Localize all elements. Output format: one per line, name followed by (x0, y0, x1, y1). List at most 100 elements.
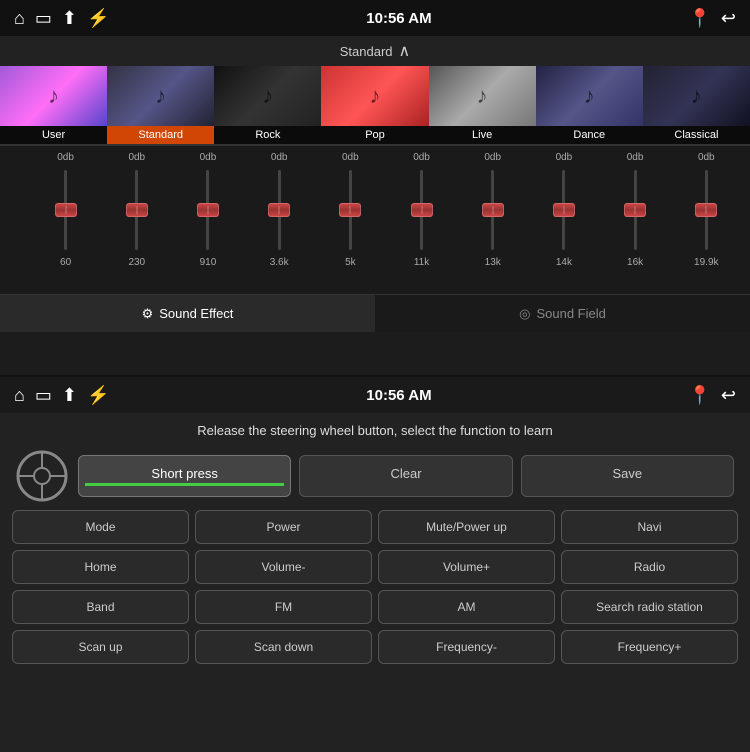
usb-icon[interactable]: ⚡ (87, 8, 109, 29)
fader-col (329, 165, 371, 255)
eq-faders (30, 165, 742, 255)
fader-track (135, 170, 138, 250)
fader-track (420, 170, 423, 250)
fader-handle[interactable] (339, 203, 361, 217)
preset-thumb-pop[interactable]: ♪ Pop (321, 66, 428, 144)
top-status-bar: ⌂ ▭ ⬆ ⚡ 10:56 AM 📍 ↩ (0, 0, 750, 36)
preset-label-standard: Standard (107, 126, 214, 144)
preset-label-pop: Pop (321, 126, 428, 144)
preset-label: Standard (340, 44, 393, 59)
eq-freq-label: 5k (329, 257, 371, 268)
eq-freq-label: 16k (614, 257, 656, 268)
eq-freq-label: 11k (401, 257, 443, 268)
eq-area: 0db0db0db0db0db0db0db0db0db0db 4 0 -4 Hz… (0, 146, 750, 294)
fader-handle[interactable] (268, 203, 290, 217)
preset-label-classical: Classical (643, 126, 750, 144)
fader-handle[interactable] (411, 203, 433, 217)
function-button[interactable]: Power (195, 510, 372, 544)
function-button[interactable]: Volume- (195, 550, 372, 584)
function-button[interactable]: FM (195, 590, 372, 624)
preset-thumb-dance[interactable]: ♪ Dance (536, 66, 643, 144)
fader-track (349, 170, 352, 250)
location-icon-2[interactable]: 📍 (688, 385, 710, 406)
fader-track (206, 170, 209, 250)
save-button[interactable]: Save (521, 455, 734, 497)
chevron-up-icon-2[interactable]: ⬆ (62, 385, 77, 406)
eq-freq-label: 910 (187, 257, 229, 268)
screen-icon[interactable]: ▭ (35, 8, 52, 29)
fader-col (187, 165, 229, 255)
eq-db-label: 0db (329, 152, 371, 163)
fader-track (562, 170, 565, 250)
usb-icon-2[interactable]: ⚡ (87, 385, 109, 406)
function-button[interactable]: Band (12, 590, 189, 624)
back-icon-2[interactable]: ↩ (721, 385, 736, 406)
steering-wheel-panel: ⌂ ▭ ⬆ ⚡ 10:56 AM 📍 ↩ Release the steerin… (0, 377, 750, 752)
fader-handle[interactable] (695, 203, 717, 217)
preset-thumb-user[interactable]: ♪ User (0, 66, 107, 144)
sw-instruction: Release the steering wheel button, selec… (0, 413, 750, 446)
preset-thumb-live[interactable]: ♪ Live (429, 66, 536, 144)
function-button[interactable]: Frequency- (378, 630, 555, 664)
bottom-time: 10:56 AM (366, 387, 431, 404)
sound-field-icon: ◎ (519, 306, 530, 322)
fader-col (258, 165, 300, 255)
bottom-status-right-icons: 📍 ↩ (688, 385, 736, 406)
sw-controls: Short press Clear Save (0, 446, 750, 510)
fader-handle[interactable] (624, 203, 646, 217)
bottom-status-left-icons: ⌂ ▭ ⬆ ⚡ (14, 385, 109, 406)
preset-thumb-classical[interactable]: ♪ Classical (643, 66, 750, 144)
short-press-button[interactable]: Short press (78, 455, 291, 497)
preset-label-dance: Dance (536, 126, 643, 144)
preset-thumb-standard[interactable]: ♪ Standard (107, 66, 214, 144)
fader-col (45, 165, 87, 255)
fader-handle[interactable] (126, 203, 148, 217)
preset-chevron-icon[interactable]: ∧ (399, 41, 411, 61)
sw-btn-group: Short press Clear Save (78, 455, 734, 497)
preset-thumb-rock[interactable]: ♪ Rock (214, 66, 321, 144)
fader-handle[interactable] (197, 203, 219, 217)
screen-icon-2[interactable]: ▭ (35, 385, 52, 406)
preset-thumbnails: ♪ User ♪ Standard ♪ Rock ♪ Pop ♪ Live (0, 66, 750, 146)
function-button[interactable]: Scan up (12, 630, 189, 664)
eq-freq-label: 14k (543, 257, 585, 268)
preset-label-live: Live (429, 126, 536, 144)
eq-freq-label: 60 (45, 257, 87, 268)
eq-db-label: 0db (543, 152, 585, 163)
fader-handle[interactable] (482, 203, 504, 217)
back-icon[interactable]: ↩ (721, 8, 736, 29)
tab-sound-field[interactable]: ◎ Sound Field (375, 295, 750, 332)
eq-freq-label: 3.6k (258, 257, 300, 268)
tab-sound-effect[interactable]: ⚙ Sound Effect (0, 295, 375, 332)
preset-bar[interactable]: Standard ∧ (0, 36, 750, 66)
fader-col (614, 165, 656, 255)
location-icon[interactable]: 📍 (688, 8, 710, 29)
function-grid: ModePowerMute/Power upNavi HomeVolume-Vol… (0, 510, 750, 664)
function-button[interactable]: Search radio station (561, 590, 738, 624)
fader-col (401, 165, 443, 255)
function-button[interactable]: AM (378, 590, 555, 624)
function-button[interactable]: Radio (561, 550, 738, 584)
eq-freq-labels: 602309103.6k5k11k13k14k16k19.9k (30, 257, 742, 268)
eq-db-label: 0db (258, 152, 300, 163)
function-button[interactable]: Navi (561, 510, 738, 544)
preset-label-rock: Rock (214, 126, 321, 144)
eq-db-label: 0db (187, 152, 229, 163)
clear-button[interactable]: Clear (299, 455, 512, 497)
fader-track (64, 170, 67, 250)
function-button[interactable]: Scan down (195, 630, 372, 664)
home-icon[interactable]: ⌂ (14, 8, 25, 29)
function-button[interactable]: Mute/Power up (378, 510, 555, 544)
function-button[interactable]: Volume+ (378, 550, 555, 584)
eq-db-label: 0db (614, 152, 656, 163)
fader-handle[interactable] (553, 203, 575, 217)
function-button[interactable]: Home (12, 550, 189, 584)
fader-track (705, 170, 708, 250)
chevron-up-icon[interactable]: ⬆ (62, 8, 77, 29)
function-button[interactable]: Mode (12, 510, 189, 544)
eq-db-labels: 0db0db0db0db0db0db0db0db0db0db (30, 152, 742, 163)
home-icon-2[interactable]: ⌂ (14, 385, 25, 406)
fader-handle[interactable] (55, 203, 77, 217)
fader-col (543, 165, 585, 255)
function-button[interactable]: Frequency+ (561, 630, 738, 664)
